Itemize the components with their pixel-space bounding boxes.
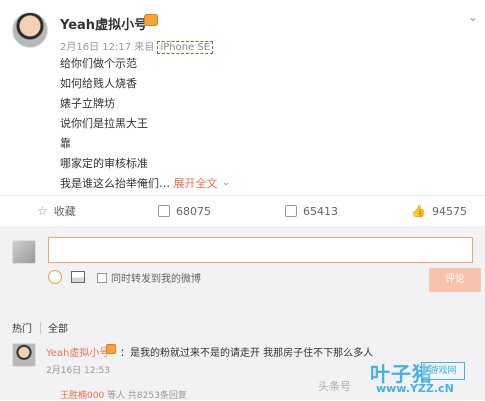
image-icon[interactable] (71, 271, 85, 283)
comment-icon (285, 205, 297, 217)
comment-item: Yeah虚拟小号 ：是我的粉就过来不是的请走开 我那房子住不下那么多人 2月16… (0, 340, 485, 401)
submit-comment-button[interactable]: 评论 (429, 268, 481, 292)
post-line-1: 给你们做个示范 (60, 57, 137, 70)
verified-badge-icon (144, 14, 158, 26)
star-icon: ☆ (37, 204, 48, 218)
comment-count: 65413 (303, 204, 338, 218)
comment-filter-tabs: 热门 全部 (0, 320, 485, 340)
tab-all[interactable]: 全部 (48, 320, 68, 335)
post-meta: 2月16日 12:17 来自 iPhone SE (60, 38, 214, 54)
post-device[interactable]: iPhone SE (157, 41, 214, 54)
comment-avatar[interactable] (12, 343, 36, 367)
favorite-button[interactable]: ☆ 收藏 (37, 196, 76, 226)
post-username[interactable]: Yeah虚拟小号 (60, 14, 147, 33)
post-line-2: 如何给贱人烧香 (60, 77, 137, 90)
comment-text: ：是我的粉就过来不是的请走开 我那房子住不下那么多人 (120, 348, 374, 359)
like-button[interactable]: 👍 94575 (411, 196, 467, 226)
post-time-source: 2月16日 12:17 来自 (60, 42, 155, 53)
post-line-7: 我是谁这么抬举俺们… 展开全文 › (60, 174, 450, 194)
comment-username[interactable]: Yeah虚拟小号 (46, 344, 109, 359)
post-content: 给你们做个示范 如何给贱人烧香 婊子立牌坊 说你们是拉黑大王 靠 哪家定的审核标… (60, 54, 450, 194)
expand-label[interactable]: 展开全文 (174, 177, 218, 190)
post-action-bar: ☆ 收藏 68075 65413 👍 94575 (0, 195, 485, 227)
post-line-3: 婊子立牌坊 (60, 97, 115, 110)
user-avatar[interactable] (12, 12, 48, 48)
post-line-6: 哪家定的审核标准 (60, 157, 148, 170)
comment-time: 2月16日 12:53 (46, 366, 110, 376)
composer-avatar (12, 240, 36, 264)
chevron-down-icon: › (219, 181, 233, 187)
share-icon (158, 205, 170, 217)
verified-badge-icon (106, 344, 116, 354)
more-options-icon[interactable]: ⌄ (468, 10, 478, 24)
share-to-weibo-checkbox[interactable] (97, 273, 107, 283)
comment-input[interactable] (48, 237, 473, 263)
reply-summary: 王胜楠000 等人 共8253条回复 (60, 388, 187, 401)
post-line-5: 靠 (60, 137, 71, 150)
expand-full-text-link[interactable]: 展开全文 › (174, 177, 233, 190)
favorite-label: 收藏 (53, 205, 76, 218)
emoji-icon[interactable] (48, 270, 62, 284)
share-to-weibo-label: 同时转发到我的微博 (111, 274, 201, 285)
like-count: 94575 (431, 204, 467, 218)
weibo-post-card: Yeah虚拟小号 ⌄ 2月16日 12:17 来自 iPhone SE 给你们做… (0, 0, 485, 190)
comment-button[interactable]: 65413 (285, 196, 338, 226)
post-last-line: 我是谁这么抬举俺们… (60, 177, 170, 190)
share-button[interactable]: 68075 (158, 196, 211, 226)
share-count: 68075 (176, 204, 211, 218)
tab-divider (40, 322, 41, 334)
post-line-4: 说你们是拉黑大王 (60, 117, 148, 130)
thumbs-up-icon: 👍 (411, 204, 426, 218)
tab-hot[interactable]: 热门 (12, 320, 32, 335)
